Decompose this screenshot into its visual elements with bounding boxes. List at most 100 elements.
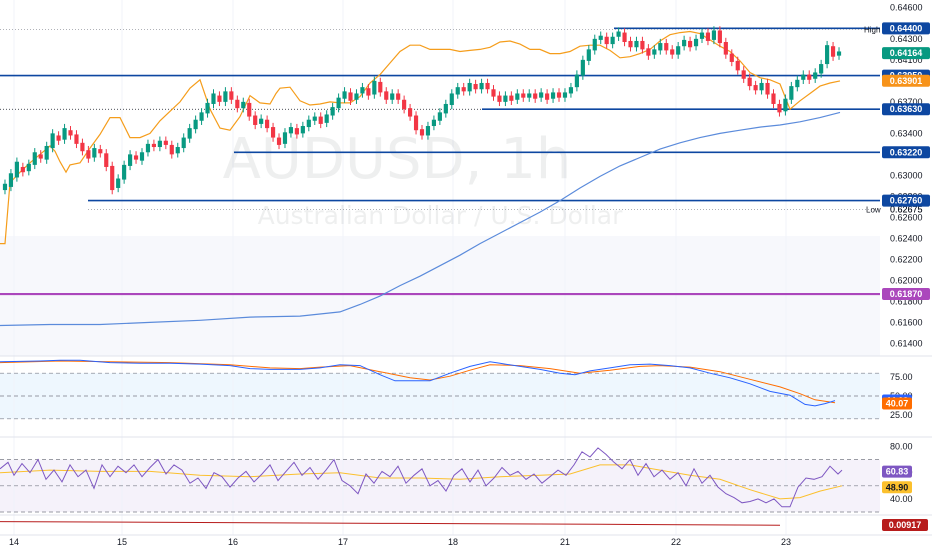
- price-tick-label: 0.62400: [890, 233, 923, 243]
- candle-body: [801, 74, 806, 80]
- price-tick-label: 0.64600: [890, 2, 923, 12]
- candle-body: [2, 183, 8, 191]
- price-tick-label: 0.64300: [890, 34, 923, 44]
- candle-body: [169, 144, 174, 155]
- candle-body: [830, 46, 836, 57]
- candle-body: [366, 88, 371, 96]
- candle-body: [711, 30, 716, 40]
- candle-body: [550, 92, 556, 99]
- candle-body: [128, 154, 133, 166]
- candle-body: [104, 153, 109, 167]
- candle-body: [521, 93, 526, 98]
- price-tick-label: 0.62000: [890, 275, 923, 285]
- candle-body: [62, 128, 67, 140]
- candle-body: [259, 118, 264, 124]
- candle-body: [235, 99, 240, 109]
- candle-body: [491, 89, 496, 97]
- candle-body: [628, 40, 633, 48]
- price-tick-label: 0.62200: [890, 254, 923, 264]
- stoch-tick-label: 25.00: [890, 410, 913, 420]
- stoch-tag-label: 40.07: [886, 399, 909, 409]
- candle-body: [580, 59, 585, 76]
- candle-body: [753, 85, 758, 91]
- candle-body: [741, 70, 746, 79]
- candle-body: [539, 92, 544, 98]
- candle-body: [199, 112, 204, 121]
- candle-body: [717, 30, 722, 44]
- candle-body: [598, 35, 603, 40]
- candle-body: [431, 119, 436, 127]
- candle-body: [396, 93, 401, 100]
- candle-body: [330, 107, 335, 116]
- pane-bands: [0, 236, 880, 512]
- candle-body: [38, 154, 43, 159]
- candle-body: [568, 87, 574, 94]
- candle-body: [735, 60, 740, 71]
- candle-body: [175, 147, 180, 154]
- candle-body: [813, 72, 818, 79]
- candle-body: [74, 134, 79, 144]
- candle-body: [205, 102, 210, 114]
- candle-body: [545, 93, 550, 100]
- candle-body: [747, 77, 752, 87]
- candle-body: [32, 152, 37, 165]
- candle-body: [527, 93, 532, 98]
- candle-body: [473, 84, 478, 90]
- candle-body: [795, 79, 800, 88]
- bottom-tag-label: 0.00917: [889, 520, 922, 530]
- candle-body: [497, 95, 502, 102]
- candle-body: [443, 103, 448, 114]
- candle-body: [819, 64, 824, 74]
- candle-body: [294, 128, 299, 135]
- candle-body: [306, 119, 311, 128]
- candle-body: [354, 93, 359, 100]
- candle-body: [664, 43, 669, 51]
- candle-body: [181, 137, 186, 149]
- candle-body: [145, 143, 151, 153]
- candle-body: [151, 143, 156, 148]
- candle-body: [193, 119, 198, 130]
- candle-body: [658, 43, 663, 51]
- candle-body: [342, 91, 347, 99]
- candle-body: [455, 87, 460, 95]
- candle-body: [276, 137, 282, 145]
- price-tick-label: 0.63000: [890, 170, 923, 180]
- candle-body: [282, 132, 288, 144]
- candle-body: [408, 108, 413, 117]
- candle-body: [26, 163, 31, 172]
- candle-body: [592, 38, 597, 51]
- level-tag-label: 0.62760: [890, 196, 923, 206]
- price-tick-label: 0.63400: [890, 128, 923, 138]
- candle-body: [14, 161, 19, 178]
- price-tag-label: 0.63901: [890, 76, 923, 86]
- candle-body: [253, 115, 258, 125]
- time-tick-label: 16: [228, 537, 238, 547]
- candle-body: [425, 126, 431, 136]
- watermark-description: Australian Dollar / U.S. Dollar: [258, 201, 623, 230]
- candle-body: [378, 81, 383, 93]
- chart-svg[interactable]: AUDUSD, 1h Australian Dollar / U.S. Doll…: [0, 0, 932, 550]
- candle-body: [503, 95, 508, 102]
- price-tick-label: 0.61600: [890, 317, 923, 327]
- time-tick-label: 17: [338, 537, 348, 547]
- rsi-tick-label: 40.00: [890, 494, 913, 504]
- candle-body: [384, 91, 389, 100]
- candle-body: [92, 148, 97, 158]
- candle-body: [336, 97, 341, 109]
- time-axis[interactable]: 14 15 16 17 18 21 22 23: [9, 537, 791, 547]
- candle-body: [229, 91, 234, 100]
- candle-body: [133, 155, 139, 160]
- candle-body: [729, 53, 734, 62]
- candle-body: [157, 140, 162, 148]
- candle-body: [449, 93, 454, 106]
- candle-body: [187, 128, 192, 139]
- candle-body: [533, 93, 538, 99]
- candle-body: [515, 93, 520, 100]
- candle-body: [312, 116, 317, 121]
- candle-body: [241, 101, 246, 109]
- time-tick-label: 21: [560, 537, 570, 547]
- candle-body: [777, 103, 782, 113]
- candle-body: [556, 92, 562, 98]
- candle-body: [634, 40, 639, 48]
- candle-body: [765, 82, 770, 95]
